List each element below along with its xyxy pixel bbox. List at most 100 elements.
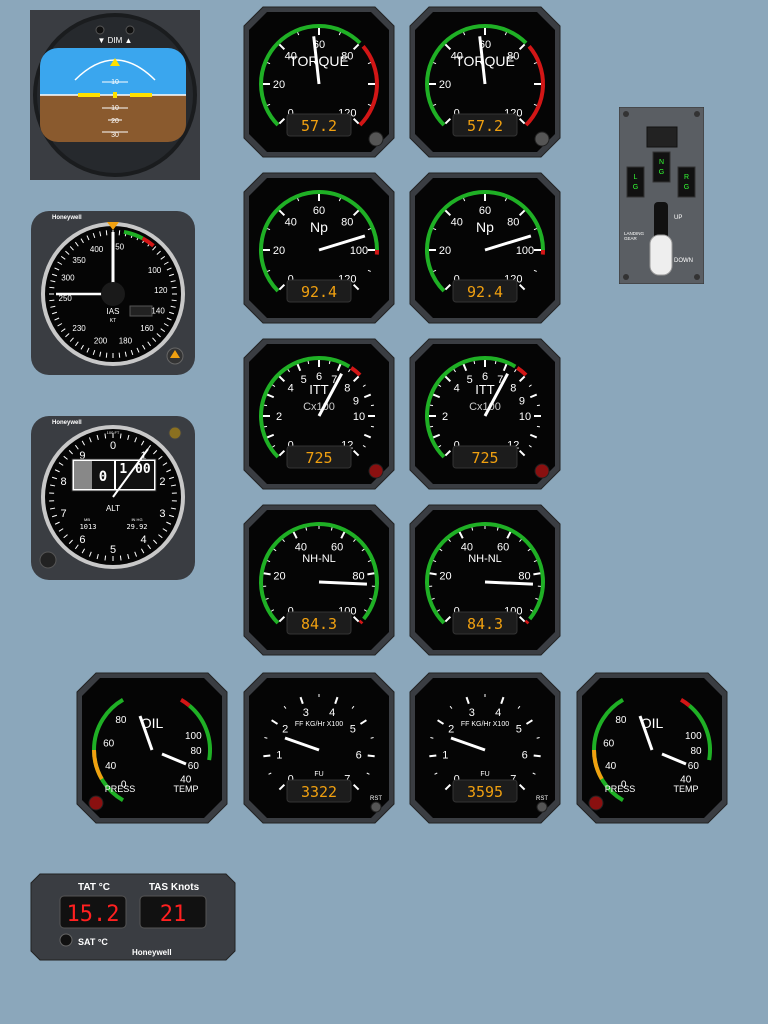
ff-scale-label: 1 (442, 749, 448, 761)
rst-label: RST (370, 796, 382, 802)
ias-scale-label: 160 (140, 324, 154, 333)
ias-label: IAS (107, 307, 120, 316)
scale-label: 20 (439, 79, 451, 91)
inhg-value: 29.92 (126, 523, 147, 531)
ff-scale-label: 5 (516, 724, 522, 736)
gauge-digital-readout: 57.2 (467, 117, 503, 135)
attitude-indicator: 10 10 20 30 ▼ DIM ▲ (30, 10, 200, 180)
sat-label: SAT °C (78, 937, 108, 947)
oil-press-label: 40 (605, 761, 617, 772)
ff-scale-label: 2 (282, 724, 288, 736)
gauge-title: ITT (309, 382, 329, 397)
gauge-subtitle: Cx100 (303, 401, 335, 413)
gauge-title: ITT (475, 382, 495, 397)
tas-value: 21 (160, 902, 187, 927)
itt-warning-light[interactable] (368, 463, 384, 479)
gauge-title: TORQUE (455, 53, 515, 69)
ff-scale-label: 2 (448, 724, 454, 736)
scale-label: 5 (301, 374, 307, 386)
ias-scale-label: 140 (151, 306, 165, 315)
scale-label: 9 (353, 396, 359, 408)
ias-scale-label: 400 (90, 245, 104, 254)
scale-label: 20 (439, 571, 451, 583)
torque-test-button[interactable] (534, 131, 550, 147)
scale-label: 9 (519, 396, 525, 408)
scale-label: 20 (273, 79, 285, 91)
gauge-subtitle: Cx100 (469, 401, 501, 413)
torque-test-button[interactable] (368, 131, 384, 147)
torque-gauge: 0 20 40 60 80 120 TORQUE 57.2 (243, 6, 395, 158)
dim-knob-right[interactable] (125, 25, 135, 35)
fuel-flow-gauge-left: 0 1 2 3 4 5 6 7 FF KG/Hr X100 FU 3322 RST (243, 672, 395, 824)
scale-label: 2 (276, 411, 282, 423)
svg-text:G: G (684, 184, 689, 191)
gauge-digital-readout: 84.3 (467, 615, 503, 633)
gauge-digital-readout: 725 (471, 449, 498, 467)
svg-text:R: R (684, 174, 689, 181)
oil-temp-label: 80 (190, 746, 202, 757)
gear-lever[interactable] (649, 234, 673, 276)
gear-warning-light (646, 126, 678, 148)
fu-readout: 3322 (301, 783, 337, 801)
torque-gauge: 0 20 40 60 80 120 TORQUE 57.2 (409, 6, 561, 158)
scale-label: 100 (350, 245, 368, 257)
ff-scale-label: 1 (276, 749, 282, 761)
scale-label: 10 (353, 411, 365, 423)
ff-scale-label: 4 (495, 707, 501, 719)
tat-label: TAT °C (78, 882, 110, 893)
alt-scale-label: 0 (110, 440, 116, 452)
rg-light (677, 166, 696, 198)
alt-scale-label: 8 (60, 476, 66, 488)
rst-button[interactable] (536, 801, 548, 813)
oil-temp-label: 80 (690, 746, 702, 757)
scale-label: 8 (510, 383, 516, 395)
dim-knob-left[interactable] (95, 25, 105, 35)
fu-readout: 3595 (467, 783, 503, 801)
ias-scale-label: 50 (115, 242, 124, 251)
scale-label: 40 (285, 217, 297, 229)
oil-press-label: 60 (103, 738, 115, 749)
rst-button[interactable] (370, 801, 382, 813)
mb-label: MB (84, 517, 90, 522)
oil-warning-light[interactable] (88, 795, 104, 811)
pitch-mark: 10 (111, 105, 119, 112)
oil-temp-label: 60 (688, 761, 700, 772)
scale-label: 10 (519, 411, 531, 423)
gear-down-label: DOWN (674, 258, 693, 264)
sat-button[interactable] (59, 933, 73, 947)
ias-scale-label: 120 (154, 286, 168, 295)
scale-label: 80 (341, 217, 353, 229)
ff-scale-label: 6 (356, 749, 362, 761)
gauge-title: NH-NL (302, 553, 336, 565)
oil-warning-light[interactable] (588, 795, 604, 811)
mb-value: 1013 (80, 523, 97, 531)
gauge-digital-readout: 725 (305, 449, 332, 467)
svg-text:G: G (633, 184, 638, 191)
gear-up-label: UP (674, 215, 682, 221)
oil-temp-label: 100 (185, 731, 202, 742)
fuel-flow-gauge-right: 0 1 2 3 4 5 6 7 FF KG/Hr X100 FU 3595 RST (409, 672, 561, 824)
ias-scale-label: 200 (94, 336, 108, 345)
landing-gear-panel: L G N G R G LANDING GEAR UP DOWN (619, 107, 704, 284)
nh-nl-gauge: 0 20 40 60 80 100 NH-NL 84.3 (409, 504, 561, 656)
ias-scale-label: 230 (72, 324, 86, 333)
scale-label: 60 (331, 541, 343, 553)
itt-warning-light[interactable] (534, 463, 550, 479)
scale-label: 8 (344, 383, 350, 395)
scale-label: 80 (518, 571, 530, 583)
oil-temp-caption: TEMP (673, 784, 698, 794)
alt-scale-label: 4 (141, 534, 147, 546)
oil-temp-label: 100 (685, 731, 702, 742)
scale-label: 60 (497, 541, 509, 553)
scale-label: 80 (352, 571, 364, 583)
oil-temp-caption: TEMP (173, 784, 198, 794)
nh-nl-gauge: 0 20 40 60 80 100 NH-NL 84.3 (243, 504, 395, 656)
oil-press-label: 80 (115, 715, 127, 726)
oil-gauge-right: 0 40 60 80 40 60 80 100 OIL PRESS TEMP (576, 672, 728, 824)
alt-scale-label: 6 (79, 534, 85, 546)
alt-drum-left: 0 (99, 469, 107, 485)
baro-knob[interactable] (39, 551, 57, 569)
oil-temp-label: 60 (188, 761, 200, 772)
dim-label[interactable]: ▼ DIM ▲ (98, 36, 133, 45)
gauge-digital-readout: 57.2 (301, 117, 337, 135)
